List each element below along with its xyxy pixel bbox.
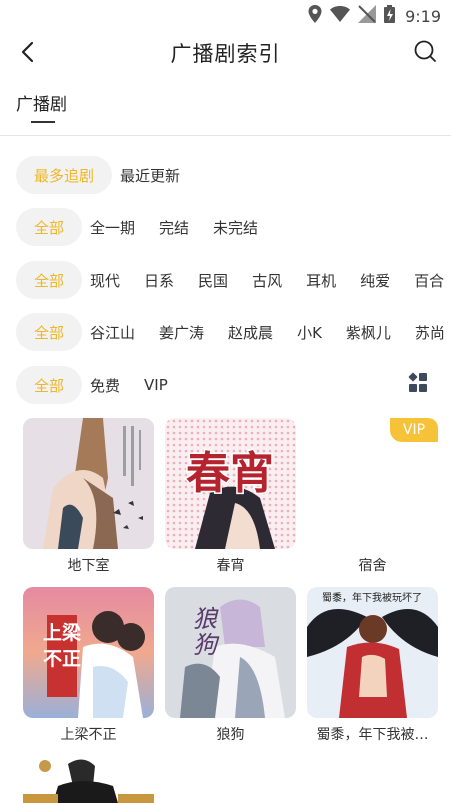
drama-cover: 上梁 不正 bbox=[23, 587, 154, 718]
cover-title-text: 不正 bbox=[43, 648, 81, 670]
price-option-active[interactable]: 全部 bbox=[16, 366, 83, 404]
drama-card[interactable] bbox=[23, 756, 154, 803]
genre-option[interactable]: 纯爱 bbox=[360, 270, 390, 291]
completion-option-active[interactable]: 全部 bbox=[16, 208, 83, 246]
layout-toggle-cell bbox=[419, 373, 427, 381]
sort-option-active[interactable]: 最多追剧 bbox=[16, 156, 113, 194]
genre-option[interactable]: 百合 bbox=[414, 270, 444, 291]
cover-title-text: 上梁 bbox=[43, 621, 82, 644]
drama-cover: VIP bbox=[307, 418, 438, 549]
search-button[interactable] bbox=[411, 37, 439, 65]
drama-title: 上梁不正 bbox=[60, 727, 117, 743]
genre-option[interactable]: 耳机 bbox=[306, 270, 336, 291]
drama-cover: 蜀黍，年下我被玩坏了 bbox=[307, 587, 438, 718]
genre-option-active[interactable]: 全部 bbox=[16, 261, 83, 299]
cv-option[interactable]: 赵成晨 bbox=[228, 322, 273, 343]
cover-title-text: 狼 bbox=[193, 605, 219, 633]
location-icon bbox=[308, 5, 322, 27]
layout-toggle-cell bbox=[408, 372, 418, 382]
cv-option[interactable]: 姜广涛 bbox=[159, 322, 204, 343]
drama-title: 春宵 bbox=[216, 558, 245, 574]
price-filter-row: 全部 免费 VIP bbox=[16, 366, 192, 404]
page-title: 广播剧索引 bbox=[170, 42, 281, 66]
drama-title: 宿舍 bbox=[358, 558, 387, 574]
price-option[interactable]: 免费 bbox=[90, 375, 120, 396]
layout-toggle-cell bbox=[419, 384, 427, 392]
status-time: 9:19 bbox=[405, 6, 441, 26]
sort-filter-row: 最多追剧 最近更新 bbox=[16, 156, 204, 194]
drama-title: 地下室 bbox=[67, 558, 110, 574]
cover-title-text: 春宵 bbox=[186, 448, 274, 499]
drama-card[interactable]: 狼 狗 狼狗 bbox=[165, 587, 296, 744]
tab-radio-drama[interactable]: 广播剧 bbox=[16, 90, 67, 115]
tab-bar: 广播剧 bbox=[0, 80, 451, 136]
drama-title: 狼狗 bbox=[216, 727, 245, 743]
battery-charging-icon bbox=[384, 5, 396, 27]
status-icons: 9:19 bbox=[308, 5, 441, 27]
genre-filter-row: 全部 现代 日系 民国 古风 耳机 纯爱 百合 bbox=[16, 261, 451, 299]
no-signal-icon bbox=[358, 5, 377, 27]
genre-option[interactable]: 古风 bbox=[252, 270, 282, 291]
drama-title: 蜀黍，年下我被… bbox=[316, 727, 429, 743]
completion-filter-row: 全部 全一期 完结 未完结 bbox=[16, 208, 282, 246]
search-icon bbox=[414, 40, 436, 62]
sort-option[interactable]: 最近更新 bbox=[120, 165, 180, 186]
genre-option[interactable]: 现代 bbox=[90, 270, 120, 291]
wifi-icon bbox=[330, 6, 351, 26]
cover-title-text: 狗 bbox=[193, 631, 220, 659]
genre-option[interactable]: 日系 bbox=[144, 270, 174, 291]
price-option[interactable]: VIP bbox=[144, 376, 168, 394]
cv-option[interactable]: 小K bbox=[297, 322, 322, 343]
drama-card[interactable]: 地下室 bbox=[23, 418, 154, 575]
layout-toggle-icon[interactable] bbox=[408, 372, 429, 393]
completion-option[interactable]: 全一期 bbox=[90, 217, 135, 238]
drama-card[interactable]: VIP 宿舍 bbox=[307, 418, 438, 575]
drama-cover: 春宵 bbox=[165, 418, 296, 549]
cv-option-active[interactable]: 全部 bbox=[16, 313, 83, 351]
tab-indicator bbox=[31, 121, 55, 123]
drama-cover bbox=[23, 756, 154, 803]
cv-filter-row: 全部 谷江山 姜广涛 赵成晨 小K 紫枫儿 苏尚 bbox=[16, 313, 451, 351]
genre-option[interactable]: 民国 bbox=[198, 270, 228, 291]
header-bar: 广播剧索引 bbox=[0, 32, 451, 74]
drama-card[interactable]: 上梁 不正 上梁不正 bbox=[23, 587, 154, 744]
cv-option[interactable]: 紫枫儿 bbox=[346, 322, 391, 343]
completion-option[interactable]: 未完结 bbox=[213, 217, 258, 238]
vip-badge: VIP bbox=[390, 418, 438, 442]
cv-option[interactable]: 谷江山 bbox=[90, 322, 135, 343]
drama-card[interactable]: 春宵 春宵 bbox=[165, 418, 296, 575]
drama-cover bbox=[23, 418, 154, 549]
cover-title-text: 蜀黍，年下我被玩坏了 bbox=[322, 591, 422, 604]
status-bar: 9:19 bbox=[0, 0, 451, 32]
drama-cover: 狼 狗 bbox=[165, 587, 296, 718]
completion-option[interactable]: 完结 bbox=[159, 217, 189, 238]
layout-toggle-cell bbox=[409, 384, 417, 392]
cv-option[interactable]: 苏尚 bbox=[415, 322, 445, 343]
drama-card[interactable]: 蜀黍，年下我被玩坏了 蜀黍，年下我被… bbox=[307, 587, 438, 744]
